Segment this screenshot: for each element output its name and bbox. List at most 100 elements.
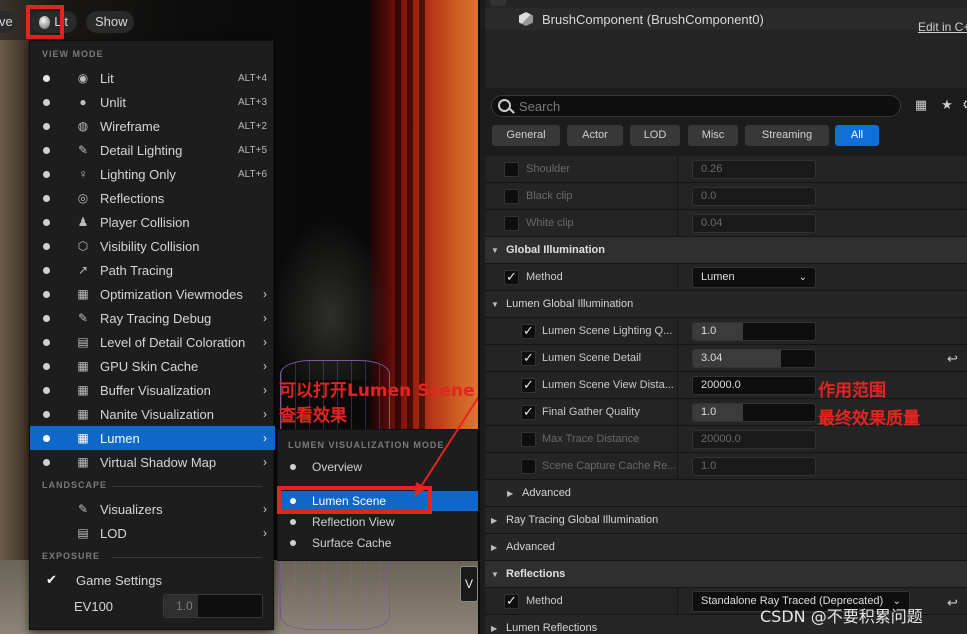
menu-item-ray-tracing-debug[interactable]: ✎ Ray Tracing Debug › (30, 306, 275, 330)
menu-item-label: Unlit (100, 94, 127, 110)
override-checkbox[interactable] (504, 189, 519, 204)
collapse-arrow-icon[interactable] (490, 0, 506, 6)
edit-in-cpp-link[interactable]: Edit in C++ (918, 20, 967, 34)
annotation-box-lumen-scene (277, 486, 432, 514)
reset-to-default-icon[interactable]: ↩ (947, 351, 958, 367)
category-rt-gi[interactable]: ▶ Ray Tracing Global Illumination (485, 507, 967, 534)
column-divider (677, 372, 678, 399)
menu-item-lod-coloration[interactable]: ▤ Level of Detail Coloration › (30, 330, 275, 354)
bullet-icon (43, 386, 50, 394)
bullet-icon (43, 458, 50, 466)
final-gather-quality-input[interactable]: 1.0 (692, 403, 816, 422)
submenu-item-surface-cache[interactable]: Surface Cache (278, 533, 479, 553)
filter-general[interactable]: General (492, 125, 560, 146)
grid-icon: ▦ (77, 359, 89, 373)
lod-icon: ▤ (77, 526, 89, 540)
prop-scene-view-distance: Lumen Scene View Dista... 20000.0 (485, 372, 967, 399)
filter-misc[interactable]: Misc (688, 125, 738, 146)
menu-item-path-tracing[interactable]: ↗ Path Tracing (30, 258, 275, 282)
submenu-item-overview[interactable]: Overview (278, 457, 479, 477)
prop-value: 0.04 (701, 217, 723, 229)
menu-item-buffer-visualization[interactable]: ▦ Buffer Visualization › (30, 378, 275, 402)
expand-right-icon: ▶ (491, 624, 498, 633)
method-dropdown[interactable]: Lumen ⌄ (692, 267, 816, 288)
prop-label: Final Gather Quality (542, 406, 640, 418)
menu-item-player-collision[interactable]: ♟ Player Collision (30, 210, 275, 234)
menu-item-visualizers[interactable]: ✎ Visualizers › (30, 497, 275, 521)
menu-item-lumen[interactable]: ▦ Lumen › (30, 426, 275, 450)
menu-item-nanite-visualization[interactable]: ▦ Nanite Visualization › (30, 402, 275, 426)
scene-view-distance-input[interactable]: 20000.0 (692, 376, 816, 395)
search-input[interactable] (519, 97, 889, 115)
selected-bullet-icon (43, 74, 50, 82)
category-advanced-lumen-gi[interactable]: ▶ Advanced (485, 480, 967, 507)
menu-item-gpu-skin-cache[interactable]: ▦ GPU Skin Cache › (30, 354, 275, 378)
category-advanced-gi[interactable]: ▶ Advanced (485, 534, 967, 561)
override-checkbox[interactable] (521, 350, 536, 366)
menu-item-visibility-collision[interactable]: ⬡ Visibility Collision (30, 234, 275, 258)
prop-value: 1.0 (701, 406, 717, 418)
favorite-star-icon[interactable]: ★ (940, 98, 954, 112)
viewport-prev-button[interactable]: ve (0, 11, 16, 33)
scene-lighting-quality-input[interactable]: 1.0 (692, 322, 816, 341)
category-global-illumination[interactable]: ▼ Global Illumination (485, 237, 967, 264)
override-checkbox[interactable] (521, 404, 536, 420)
table-view-icon[interactable]: ▦ (914, 98, 928, 112)
filter-streaming[interactable]: Streaming (745, 125, 829, 146)
menu-item-game-settings[interactable]: ✔ Game Settings (30, 568, 275, 592)
partial-viewport-button[interactable]: V (460, 566, 478, 602)
category-reflections[interactable]: ▼ Reflections (485, 561, 967, 588)
ev100-input[interactable]: 1.0 (163, 594, 263, 618)
category-lumen-gi[interactable]: ▼ Lumen Global Illumination (485, 291, 967, 318)
menu-item-wireframe[interactable]: ◍ Wireframe ALT+2 (30, 114, 275, 138)
override-checkbox[interactable] (504, 269, 519, 285)
prop-label: Lumen Scene View Dista... (542, 379, 674, 391)
scene-detail-input[interactable]: 3.04 (692, 349, 816, 368)
visibility-icon: ⬡ (77, 239, 89, 253)
chevron-right-icon: › (263, 526, 267, 540)
search-box[interactable] (491, 95, 901, 117)
menu-item-lighting-only[interactable]: ♀ Lighting Only ALT+6 (30, 162, 275, 186)
column-divider (677, 318, 678, 345)
globe-wire-icon: ◍ (77, 119, 89, 133)
chevron-right-icon: › (263, 407, 267, 421)
grid-icon: ▦ (77, 407, 89, 421)
annotation-view-effect: 查看效果 (279, 406, 347, 426)
override-checkbox[interactable] (521, 323, 536, 339)
component-row[interactable]: BrushComponent (BrushComponent0) Edit in… (485, 8, 967, 34)
chevron-down-icon: ⌄ (798, 272, 807, 283)
annotation-open-scene: 可以打开Lumen Scene (279, 381, 475, 401)
filter-lod[interactable]: LOD (630, 125, 680, 146)
scene-capture-cache-input: 1.0 (692, 457, 816, 476)
chevron-right-icon: › (263, 359, 267, 373)
override-checkbox[interactable] (521, 432, 536, 447)
prop-black-clip: Black clip 0.0 (485, 183, 967, 210)
menu-item-detail-lighting[interactable]: ✎ Detail Lighting ALT+5 (30, 138, 275, 162)
column-divider (677, 399, 678, 426)
chevron-right-icon: › (263, 431, 267, 445)
override-checkbox[interactable] (504, 593, 519, 609)
reset-to-default-icon[interactable]: ↩ (947, 595, 958, 611)
category-label: Reflections (506, 568, 566, 580)
menu-item-label: Game Settings (76, 572, 162, 588)
override-checkbox[interactable] (521, 459, 536, 474)
menu-item-unlit[interactable]: ● Unlit ALT+3 (30, 90, 275, 114)
filter-actor[interactable]: Actor (567, 125, 623, 146)
menu-item-lit[interactable]: ◉ Lit ALT+4 (30, 66, 275, 90)
override-checkbox[interactable] (521, 377, 536, 393)
prop-label: Shoulder (526, 163, 571, 175)
show-flags-button[interactable]: Show (86, 11, 134, 33)
category-label: Lumen Global Illumination (506, 298, 634, 310)
menu-item-optimization-viewmodes[interactable]: ▦ Optimization Viewmodes › (30, 282, 275, 306)
filter-all[interactable]: All (835, 125, 879, 146)
menu-item-label: Optimization Viewmodes (100, 286, 243, 302)
settings-icon[interactable]: ⚙ (961, 98, 967, 112)
submenu-item-reflection-view[interactable]: Reflection View (278, 512, 479, 532)
override-checkbox[interactable] (504, 162, 519, 177)
override-checkbox[interactable] (504, 216, 519, 231)
menu-item-virtual-shadow-map[interactable]: ▦ Virtual Shadow Map › (30, 450, 275, 474)
menu-item-label: Player Collision (100, 214, 190, 230)
shortcut-label: ALT+2 (238, 120, 267, 132)
menu-item-reflections[interactable]: ◎ Reflections (30, 186, 275, 210)
menu-item-landscape-lod[interactable]: ▤ LOD › (30, 521, 275, 545)
